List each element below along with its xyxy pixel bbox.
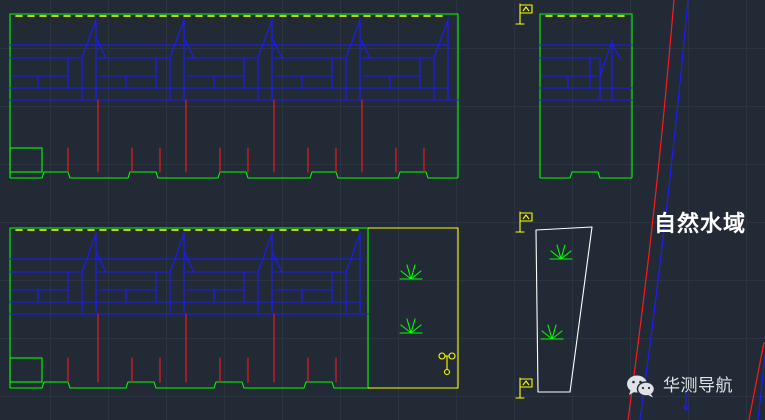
- flag-banner: [520, 212, 533, 222]
- grass-symbol-icon: [540, 324, 564, 340]
- wechat-icon: [626, 374, 656, 398]
- roof-slope: [257, 19, 273, 59]
- roof-slope: [599, 41, 613, 77]
- roof-slope: [183, 37, 195, 59]
- flag-markers[interactable]: [515, 3, 533, 399]
- cad-drawing[interactable]: [0, 0, 765, 420]
- corner-room-outline: [9, 147, 43, 173]
- grass-symbol-icon: [399, 264, 423, 280]
- building-block-small[interactable]: [539, 13, 633, 179]
- roof-slope: [257, 233, 273, 273]
- flag-mark: [522, 214, 530, 220]
- roof-slope: [81, 233, 97, 273]
- flag-mark: [522, 6, 530, 12]
- green-space-boundary: [368, 227, 459, 389]
- building-outline: [9, 13, 459, 178]
- roof-slope: [95, 251, 107, 273]
- building-outline: [539, 13, 633, 178]
- roof-slope: [345, 19, 361, 59]
- water-boundary-blue: [639, 0, 689, 420]
- wechat-icon-graphic: [627, 375, 656, 398]
- roof-slope: [169, 233, 185, 273]
- grass-symbol-icon: [399, 318, 423, 334]
- planter-outline: [535, 226, 593, 393]
- building-outline: [9, 227, 369, 388]
- roof-slope: [359, 37, 371, 59]
- flag-banner: [520, 4, 533, 14]
- grass-symbol-icon: [549, 244, 573, 260]
- watermark: 华测导航: [626, 373, 733, 399]
- building-footprint-bottom: [540, 171, 632, 179]
- water-area-label[interactable]: 自然水域: [654, 212, 746, 238]
- flag-marker-icon: [515, 377, 533, 399]
- planter-bed[interactable]: [535, 226, 593, 393]
- wechat-eye: [632, 380, 635, 384]
- building-footprint-bottom: [10, 381, 368, 389]
- drawing-viewport[interactable]: 自然水域 华测导航: [0, 0, 765, 420]
- flag-marker-icon: [515, 3, 533, 25]
- lamp-symbol-icon: [438, 352, 456, 376]
- lamp-head: [438, 352, 446, 360]
- building-row-top[interactable]: [9, 13, 459, 179]
- lamp-head: [448, 352, 456, 360]
- corner-room-outline: [9, 357, 43, 383]
- flag-marker-icon: [515, 211, 533, 233]
- roof-slope: [271, 251, 283, 273]
- roof-slope: [81, 19, 97, 59]
- roof-slope: [271, 37, 283, 59]
- wechat-bubble-small: [636, 381, 656, 397]
- green-space-area[interactable]: [368, 227, 459, 389]
- building-row-bottom[interactable]: [9, 227, 369, 389]
- roof-slope: [169, 19, 185, 59]
- wechat-eye: [639, 380, 642, 384]
- flag-mark: [522, 380, 530, 386]
- building-footprint-bottom: [10, 171, 458, 179]
- water-boundary[interactable]: [627, 0, 765, 420]
- roof-slope: [433, 19, 449, 59]
- roof-slope: [611, 43, 621, 59]
- wechat-eye: [647, 386, 651, 390]
- flag-banner: [520, 378, 533, 388]
- water-boundary-red: [627, 0, 675, 420]
- roof-slope: [95, 37, 107, 59]
- roof-slope: [183, 251, 195, 273]
- lamp-base: [443, 368, 451, 376]
- roof-slope: [345, 233, 361, 273]
- watermark-text: 华测导航: [663, 376, 733, 396]
- wechat-eye: [641, 386, 645, 390]
